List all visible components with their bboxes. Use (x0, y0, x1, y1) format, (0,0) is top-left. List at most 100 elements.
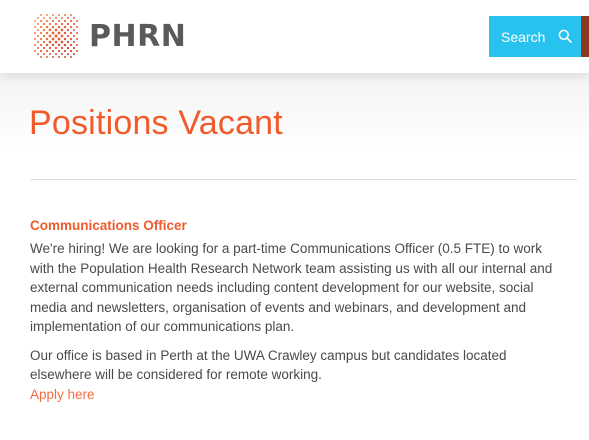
logo-dot (72, 16, 76, 20)
logo-dot (57, 19, 61, 23)
logo-dot (69, 49, 73, 53)
logo-dot (48, 46, 52, 50)
logo-dot (57, 25, 61, 29)
logo-dot (64, 14, 66, 16)
logo-dot (52, 56, 54, 58)
job-description-line: implementation of our communications pla… (30, 319, 295, 334)
logo-dot (66, 52, 70, 56)
logo-dot (34, 32, 36, 34)
logo-dot (66, 46, 70, 50)
logo-dot (42, 40, 46, 44)
search-button[interactable]: Search (489, 16, 581, 57)
apply-here-link[interactable]: Apply here (30, 385, 580, 405)
logo-dot (52, 14, 54, 16)
logo-dot (48, 40, 52, 44)
logo-dot (54, 34, 58, 38)
logo-dot (45, 31, 49, 35)
logo-dot (64, 56, 66, 58)
logo-dot (60, 22, 64, 26)
logo-dot (42, 46, 46, 50)
logo-dot (72, 34, 76, 38)
logo-dot (60, 34, 64, 38)
logo-dot (57, 43, 61, 47)
logo-dot (42, 52, 46, 56)
job-listing: Communications Officer We're hiring! We … (30, 218, 580, 404)
logo-dot (72, 40, 76, 44)
logo-dot (66, 28, 70, 32)
logo-dot (46, 56, 48, 58)
logo-dot (69, 19, 73, 23)
logo-dot (66, 22, 70, 26)
logo-dot (72, 22, 76, 26)
logo-dot (63, 43, 67, 47)
brand-strip (581, 16, 589, 57)
logo-dot (39, 25, 43, 29)
logo-dot (39, 49, 43, 53)
logo-dot (34, 44, 36, 46)
logo-dot (51, 37, 55, 41)
logo-text: PHRN (89, 18, 187, 54)
logo-dot (39, 31, 43, 35)
logo-dot (72, 28, 76, 32)
logo-dot (57, 49, 61, 53)
job-description-line: media and newsletters, organisation of e… (30, 299, 527, 315)
logo-dot (34, 50, 36, 52)
logo-dot (45, 25, 49, 29)
logo-dot (45, 43, 49, 47)
logo-dot (42, 34, 46, 38)
divider (30, 179, 577, 180)
australia-dots-logo-icon (34, 14, 78, 58)
logo-dot (46, 14, 48, 16)
logo-dot (51, 31, 55, 35)
page-title: Positions Vacant (29, 104, 283, 142)
logo-dot (39, 19, 43, 23)
logo-dot (45, 49, 49, 53)
logo-dot (36, 34, 40, 38)
logo-dot (76, 50, 78, 52)
logo-dot (58, 56, 60, 58)
logo-dot (63, 49, 67, 53)
logo-dot (54, 46, 58, 50)
office-line: elsewhere will be considered for remote … (30, 367, 322, 382)
logo-dot (76, 44, 78, 46)
logo-dot (36, 52, 40, 56)
logo-dot (76, 20, 78, 22)
logo-dot (63, 19, 67, 23)
logo-dot (54, 16, 58, 20)
logo-dot (48, 28, 52, 32)
logo-dot (63, 31, 67, 35)
logo-dot (36, 46, 40, 50)
site-logo[interactable]: PHRN (29, 8, 186, 64)
logo-dot (54, 40, 58, 44)
logo-dot (66, 16, 70, 20)
logo-dot (51, 19, 55, 23)
logo-dot (70, 14, 72, 16)
logo-dot (54, 28, 58, 32)
logo-dot (34, 20, 36, 22)
logo-dot (51, 43, 55, 47)
logo-dot (54, 22, 58, 26)
logo-dot (42, 28, 46, 32)
logo-dot (69, 37, 73, 41)
logo-dot (40, 14, 42, 16)
logo-dot (72, 52, 76, 56)
office-line: Our office is based in Perth at the UWA … (30, 347, 507, 363)
logo-dot (54, 52, 58, 56)
logo-dot (48, 52, 52, 56)
logo-dot (40, 56, 42, 58)
logo-dot (57, 37, 61, 41)
site-header: PHRN Search (0, 0, 589, 73)
logo-dot (36, 40, 40, 44)
logo-dot (42, 22, 46, 26)
logo-dot (60, 40, 64, 44)
logo-dot (34, 26, 36, 28)
logo-dot (48, 34, 52, 38)
logo-dot (36, 28, 40, 32)
job-description-line: We're hiring! We are looking for a part-… (30, 241, 543, 256)
office-location-text: Our office is based in Perth at the UWA … (30, 346, 580, 385)
logo-dot (69, 43, 73, 47)
job-description: We're hiring! We are looking for a part-… (30, 239, 580, 337)
logo-dot (66, 40, 70, 44)
logo-dot (48, 16, 52, 20)
logo-dot (60, 46, 64, 50)
